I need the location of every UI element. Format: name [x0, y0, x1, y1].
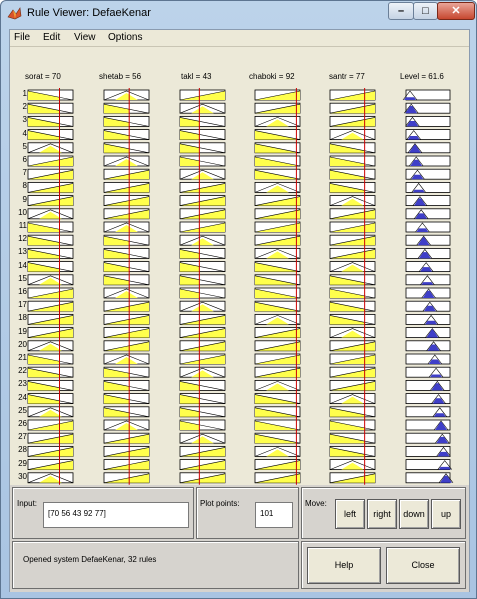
- rule-number: 13: [18, 247, 27, 257]
- rule-number: 14: [18, 260, 27, 270]
- rule-cell: [405, 208, 451, 220]
- title-bar: Rule Viewer: DefaeKenar – □ ✕: [1, 1, 476, 27]
- menu-view[interactable]: View: [74, 32, 96, 43]
- rule-number: 26: [18, 419, 27, 428]
- rule-number: 23: [18, 379, 27, 389]
- menu-edit[interactable]: Edit: [43, 32, 60, 43]
- rule-grid: [27, 88, 454, 485]
- rule-number: 3: [22, 115, 27, 125]
- matlab-app-icon: [7, 7, 22, 20]
- help-button[interactable]: Help: [307, 547, 381, 584]
- move-down-button[interactable]: down: [399, 499, 429, 529]
- close-window-button[interactable]: ✕: [437, 2, 475, 20]
- rule-number: 20: [18, 339, 27, 349]
- rule-number: 12: [18, 234, 27, 244]
- input-label: Input:: [17, 499, 38, 508]
- client-area: File Edit View Options sorat = 70 shetab…: [9, 29, 470, 592]
- move-up-button[interactable]: up: [431, 499, 461, 529]
- rule-cell: [405, 366, 451, 378]
- rule-number: 17: [18, 300, 27, 310]
- rule-number: 7: [22, 168, 27, 178]
- rule-number: 5: [22, 141, 27, 151]
- output-fill: [430, 374, 443, 378]
- move-group: Move: left right down up: [301, 487, 466, 539]
- output-fill: [412, 189, 425, 193]
- rule-number: 1: [22, 89, 27, 98]
- minimize-button[interactable]: –: [388, 2, 414, 20]
- rule-number: 29: [18, 458, 27, 468]
- move-label: Move:: [305, 499, 327, 508]
- rule-number: 21: [18, 353, 27, 362]
- maximize-icon: □: [422, 5, 429, 17]
- status-text: Opened system DefaeKenar, 32 rules: [23, 555, 157, 564]
- menu-bar: File Edit View Options: [10, 30, 469, 46]
- minimize-icon: –: [397, 5, 405, 17]
- rule-number: 15: [18, 273, 27, 283]
- output-fill: [404, 97, 416, 100]
- maximize-button[interactable]: □: [413, 2, 438, 20]
- rule-plots-area: sorat = 70 shetab = 56 takl = 43 chaboki…: [10, 47, 469, 485]
- rule-number: 24: [18, 392, 27, 402]
- rule-number: 11: [18, 221, 27, 230]
- close-button[interactable]: Close: [386, 547, 460, 584]
- close-icon: ✕: [451, 5, 461, 17]
- rule-number: 25: [18, 405, 27, 415]
- input-group: Input: [70 56 43 92 77]: [12, 487, 194, 539]
- rule-number: 8: [22, 181, 27, 191]
- control-panel: Input: [70 56 43 92 77] Plot points: 101…: [10, 485, 469, 592]
- menu-file[interactable]: File: [14, 32, 30, 43]
- plot-points-group: Plot points: 101: [196, 487, 299, 539]
- rule-number: 4: [22, 128, 27, 138]
- output-fill: [438, 466, 451, 470]
- rule-number: 9: [22, 194, 27, 204]
- rule-number: 19: [18, 326, 27, 336]
- rule-number: 10: [18, 207, 27, 217]
- rule-cell: [405, 353, 451, 365]
- plot-points-field[interactable]: 101: [255, 502, 293, 528]
- rule-number: 16: [18, 287, 27, 296]
- rule-cell: [405, 195, 451, 207]
- input-vector-field[interactable]: [70 56 43 92 77]: [43, 502, 189, 528]
- rule-number: 30: [18, 471, 27, 481]
- output-fill: [421, 282, 434, 285]
- move-right-button[interactable]: right: [367, 499, 397, 529]
- rule-number: 27: [18, 432, 27, 442]
- status-group: Opened system DefaeKenar, 32 rules: [12, 541, 299, 589]
- menu-options[interactable]: Options: [108, 32, 142, 43]
- rule-number: 22: [18, 366, 27, 376]
- move-left-button[interactable]: left: [335, 499, 365, 529]
- window-title: Rule Viewer: DefaeKenar: [27, 7, 151, 19]
- rule-number: 2: [22, 102, 27, 112]
- plot-points-label: Plot points:: [200, 499, 240, 508]
- rule-number: 6: [22, 155, 27, 164]
- rule-number: 28: [18, 445, 27, 455]
- action-group: Help Close: [301, 541, 466, 589]
- rule-number: 18: [18, 313, 27, 323]
- rule-viewer-window: Rule Viewer: DefaeKenar – □ ✕ File Edit …: [0, 0, 477, 599]
